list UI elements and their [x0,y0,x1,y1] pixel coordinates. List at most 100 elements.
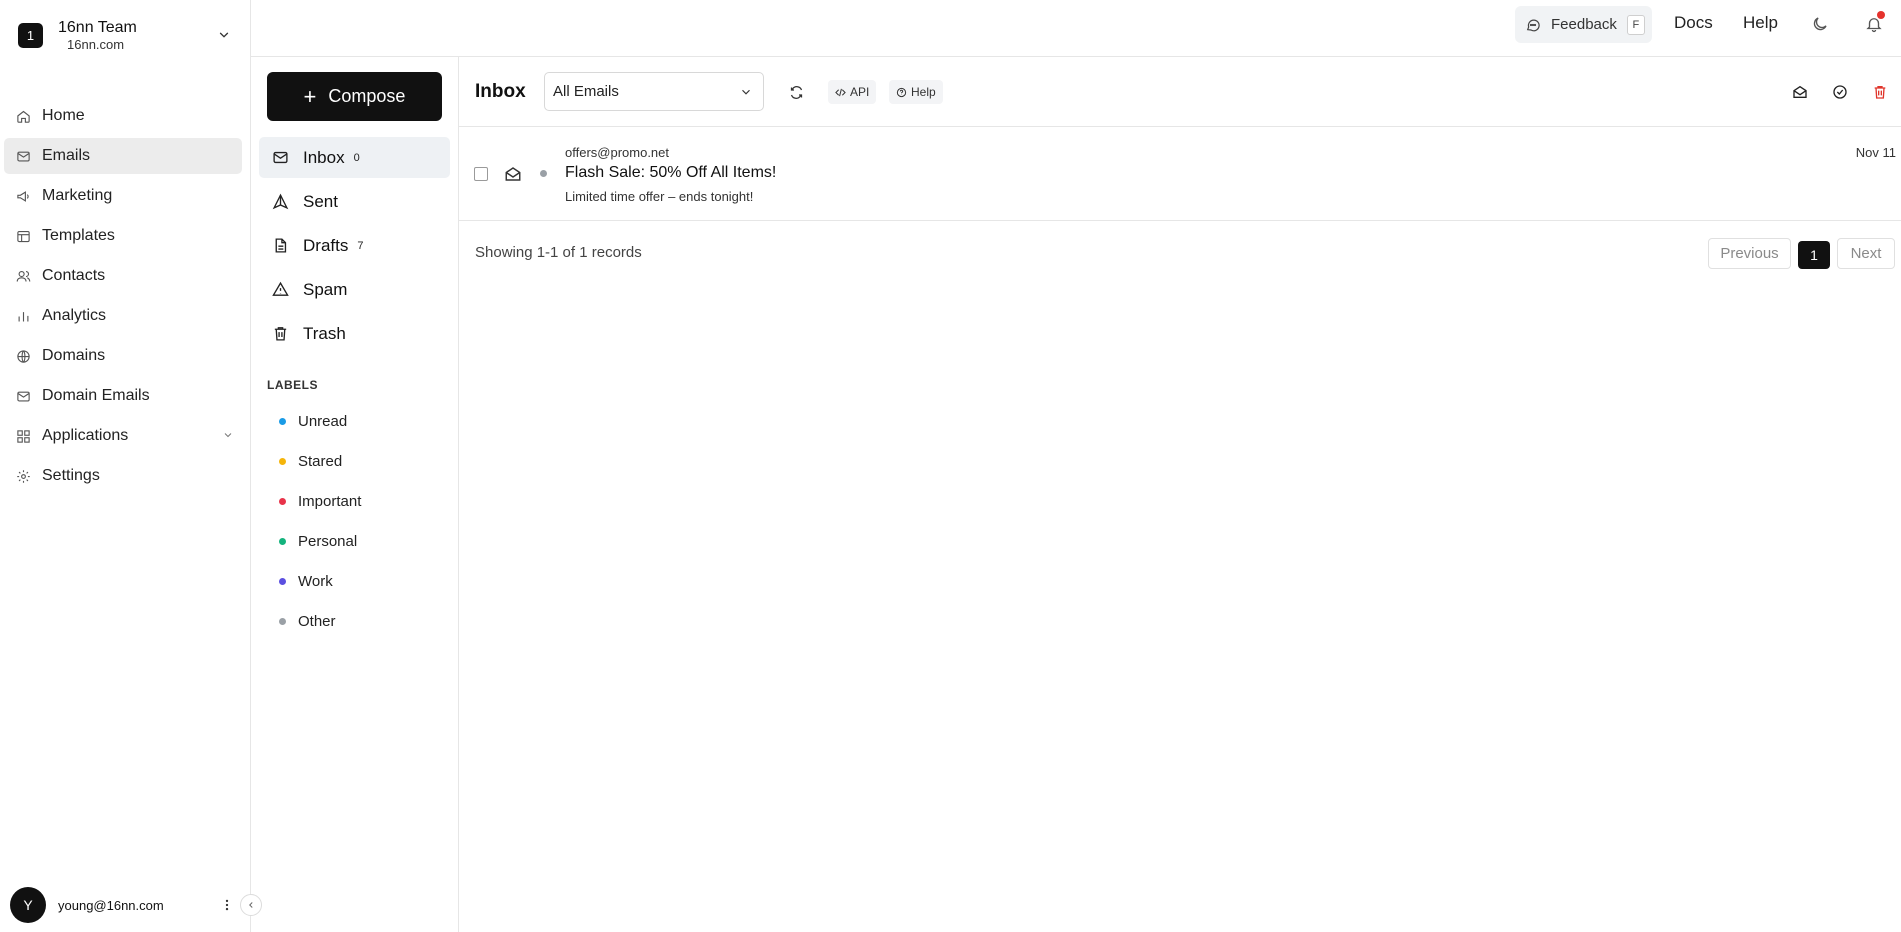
previous-button[interactable]: Previous [1708,238,1791,269]
folder-spam[interactable]: Spam [259,269,450,310]
nav-item-domain-emails[interactable]: Domain Emails [4,378,242,414]
pagination: Showing 1-1 of 1 records Previous 1 Next [459,222,1901,284]
page-1-button[interactable]: 1 [1798,241,1830,269]
api-button[interactable]: API [828,80,877,104]
folder-label: Sent [303,191,338,211]
label-text: Work [298,572,333,590]
label-text: Important [298,492,362,510]
folder-label: Spam [303,279,348,299]
nav-item-contacts[interactable]: Contacts [4,258,242,294]
team-switcher[interactable]: 1 16nn Team 16nn.com [10,12,235,58]
label-important[interactable]: Important [279,481,449,521]
user-email: young@16nn.com [58,897,164,913]
label-list: Unread Stared Important Personal Work Ot… [279,401,449,641]
row-checkbox[interactable] [474,167,488,181]
nav-item-emails[interactable]: Emails [4,138,242,174]
nav-item-templates[interactable]: Templates [4,218,242,254]
nav-label: Domains [42,347,106,364]
trash-icon [271,325,289,343]
delete-icon[interactable] [1868,80,1892,104]
email-row[interactable]: offers@promo.net Flash Sale: 50% Off All… [459,127,1901,221]
mail-icon [15,388,31,404]
feedback-label: Feedback [1551,16,1617,33]
folder-list: Inbox 0 Sent Drafts 7 Spam Trash [259,137,450,357]
folder-label: Drafts [303,235,349,255]
mail-icon [15,148,31,164]
envelope-open-icon [504,165,522,183]
gear-icon [15,468,31,484]
mark-read-icon[interactable] [1788,80,1812,104]
home-icon [15,108,31,124]
nav-label: Domain Emails [42,387,150,404]
label-dot [279,497,286,505]
label-personal[interactable]: Personal [279,521,449,561]
help-label: Help [911,85,936,99]
label-unread[interactable]: Unread [279,401,449,441]
plus-icon: + [303,83,317,109]
docs-link[interactable]: Docs [1674,13,1713,33]
nav-item-domains[interactable]: Domains [4,338,242,374]
folder-label: Trash [303,323,346,343]
nav-item-home[interactable]: Home [4,98,242,134]
top-header: Feedback F Docs Help [251,0,1901,57]
bell-icon[interactable] [1862,11,1886,36]
help-link[interactable]: Help [1743,13,1778,33]
label-dot [279,417,286,425]
filter-value: All Emails [553,83,619,100]
page-title: Inbox [475,81,526,102]
nav-item-marketing[interactable]: Marketing [4,178,242,214]
bar-chart-icon [15,308,31,324]
mail-icon [271,149,289,167]
label-work[interactable]: Work [279,561,449,601]
more-vertical-icon[interactable] [218,896,236,914]
team-logo: 1 [18,22,43,48]
nav-item-analytics[interactable]: Analytics [4,298,242,334]
compose-label: Compose [328,86,406,106]
api-label: API [850,85,870,99]
nav-item-applications[interactable]: Applications [4,418,242,454]
label-dot [279,577,286,585]
label-other[interactable]: Other [279,601,449,641]
next-button[interactable]: Next [1837,238,1895,269]
app-sidebar: 1 16nn Team 16nn.com Home Emails Marketi… [0,0,251,932]
labels-heading: LABELS [267,378,318,392]
check-circle-icon[interactable] [1828,80,1852,104]
help-circle-icon [896,87,907,97]
records-count: Showing 1-1 of 1 records [475,244,642,261]
nav-label: Templates [42,227,115,244]
email-date: Nov 11 [1855,145,1896,160]
inbox-toolbar: Inbox All Emails API Help [459,57,1901,127]
folder-inbox[interactable]: Inbox 0 [259,137,450,178]
label-stared[interactable]: Stared [279,441,449,481]
folder-label: Inbox [303,147,345,167]
nav-label: Settings [42,467,100,484]
unread-dot [540,170,547,177]
user-account[interactable]: Y young@16nn.com [10,887,240,923]
email-subject: Flash Sale: 50% Off All Items! [565,164,777,181]
folder-drafts[interactable]: Drafts 7 [259,225,450,266]
folder-trash[interactable]: Trash [259,313,450,354]
chevron-down-icon[interactable] [213,24,235,46]
folder-sent[interactable]: Sent [259,181,450,222]
grid-icon [15,428,31,444]
compose-button[interactable]: + Compose [267,72,442,121]
megaphone-icon [15,188,31,204]
mail-folders-panel: + Compose Inbox 0 Sent Drafts 7 Spam Tra… [251,57,459,932]
feedback-button[interactable]: Feedback F [1515,6,1652,43]
moon-icon[interactable] [1808,12,1832,36]
avatar: Y [10,887,46,923]
nav-item-settings[interactable]: Settings [4,458,242,494]
file-icon [271,237,289,255]
help-button[interactable]: Help [889,80,943,104]
team-name: 16nn Team [58,18,137,36]
label-text: Unread [298,412,348,430]
send-icon [271,193,289,211]
nav-label: Emails [42,147,91,164]
chevron-down-icon [739,85,753,99]
refresh-icon[interactable] [784,80,808,104]
inbox-main: Inbox All Emails API Help offers@promo.n… [459,57,1901,932]
message-icon [1525,17,1541,33]
nav-label: Contacts [42,267,106,284]
email-filter-select[interactable]: All Emails [544,72,764,111]
label-text: Other [298,612,336,630]
